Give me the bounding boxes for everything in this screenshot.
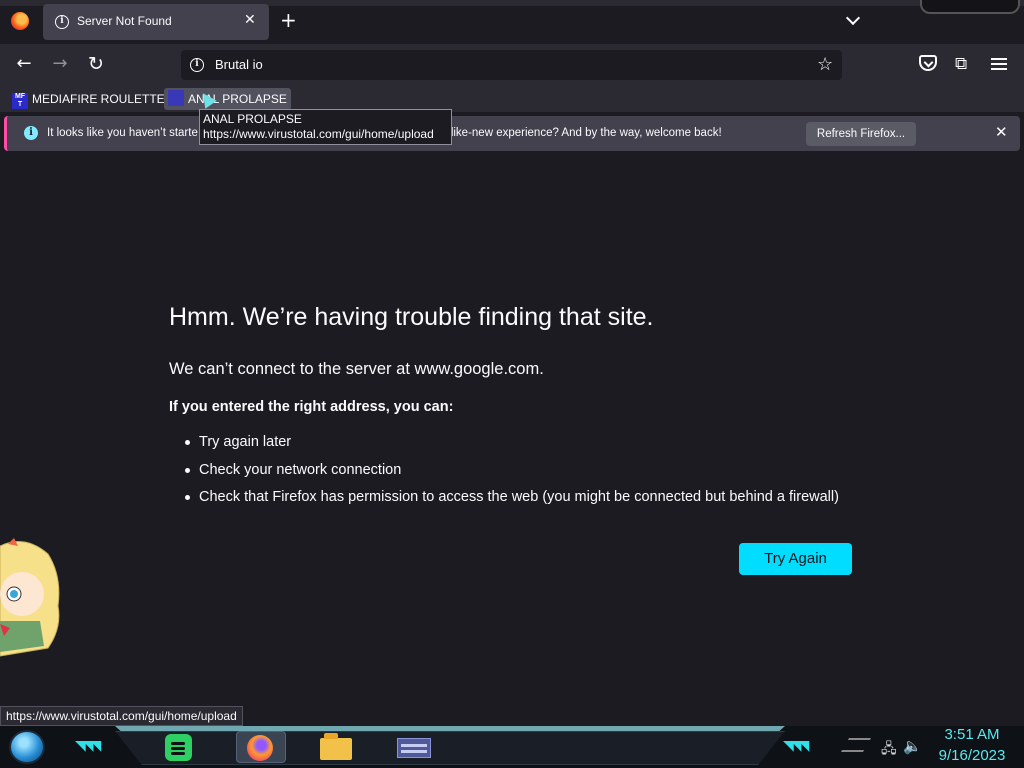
tab-title: Server Not Found [77, 14, 172, 28]
forward-arrow-icon[interactable]: → [49, 54, 71, 74]
list-all-tabs-button[interactable] [846, 12, 860, 26]
status-link-url: https://www.virustotal.com/gui/home/uplo… [0, 706, 243, 726]
list-item: Check your network connection [185, 460, 839, 488]
chevron-decoration-icon: ◥◥◥ [783, 738, 809, 754]
info-icon: i [24, 126, 38, 140]
mediafire-favicon-icon: MF T [12, 93, 28, 109]
refresh-firefox-button[interactable]: Refresh Firefox... [806, 122, 916, 146]
start-button-icon[interactable] [9, 730, 45, 764]
pocket-icon[interactable] [919, 55, 937, 71]
address-bar[interactable]: i Brutal io ☆ [181, 50, 842, 80]
network-icon[interactable]: 🖧 [881, 738, 897, 762]
tooltip-url: https://www.virustotal.com/gui/home/uplo… [203, 127, 434, 141]
hamburger-menu-icon[interactable] [991, 58, 1007, 70]
firefox-logo-icon[interactable] [11, 12, 29, 30]
bookmark-star-icon[interactable]: ☆ [817, 54, 833, 75]
chevron-decoration-icon: ◥◥◥ [75, 738, 101, 754]
error-description: We can’t connect to the server at www.go… [169, 360, 544, 378]
firefox-app-icon[interactable] [236, 731, 286, 763]
spotify-app-icon[interactable] [162, 731, 196, 763]
window-app-icon[interactable] [380, 731, 448, 763]
error-suggestions-list: Try again later Check your network conne… [185, 432, 839, 515]
reload-icon[interactable]: ↻ [85, 54, 107, 74]
bookmark-anal-prolapse[interactable]: ANAL PROLAPSE [164, 88, 291, 110]
bookmark-mediafire-rouletter[interactable]: MF T MEDIAFIRE ROULETTER [8, 88, 177, 110]
file-explorer-app-icon[interactable] [318, 731, 352, 763]
window-decoration [920, 0, 1020, 14]
extensions-icon[interactable]: ⧉ [955, 54, 967, 74]
bookmark-label: MEDIAFIRE ROULETTER [32, 92, 174, 106]
bookmark-favicon-icon [168, 90, 184, 106]
new-tab-button[interactable]: + [280, 10, 297, 30]
address-input[interactable]: Brutal io [215, 57, 263, 72]
system-tray: 🖧 🔈 [840, 734, 925, 762]
desktop-mascot-icon [0, 538, 60, 657]
bookmark-tooltip: ANAL PROLAPSE https://www.virustotal.com… [199, 109, 452, 145]
volume-icon[interactable]: 🔈 [903, 737, 922, 755]
clock-time[interactable]: 3:51 AM [940, 726, 1004, 743]
tab-server-not-found[interactable]: i Server Not Found ✕ [43, 4, 269, 40]
tab-close-icon[interactable]: ✕ [244, 12, 256, 28]
clock-date[interactable]: 9/16/2023 [934, 747, 1010, 764]
list-item: Try again later [185, 432, 839, 460]
back-arrow-icon[interactable]: ← [13, 54, 35, 74]
error-advice-heading: If you entered the right address, you ca… [169, 399, 454, 415]
taskbar: ◥◥◥ ◥◥◥ 🖧 🔈 3:51 AM 9/16/2023 [0, 726, 1024, 768]
taskbar-panel [115, 731, 785, 765]
bookmarks-toolbar: MF T MEDIAFIRE ROULETTER ANAL PROLAPSE [0, 86, 1024, 112]
close-notification-icon[interactable]: ✕ [995, 123, 1008, 141]
info-icon: i [55, 15, 69, 29]
tray-overflow-icon[interactable] [840, 738, 872, 752]
site-info-icon[interactable]: i [190, 58, 204, 72]
list-item: Check that Firefox has permission to acc… [185, 487, 839, 515]
tab-strip: i Server Not Found ✕ + [0, 0, 1024, 44]
error-title: Hmm. We’re having trouble finding that s… [169, 303, 654, 331]
try-again-button[interactable]: Try Again [739, 543, 852, 575]
navigation-toolbar: ← → ↻ i Brutal io ☆ ⧉ [0, 44, 1024, 86]
tooltip-title: ANAL PROLAPSE [203, 112, 302, 126]
refresh-firefox-notification: i It looks like you haven’t starte or a f… [4, 116, 1020, 151]
